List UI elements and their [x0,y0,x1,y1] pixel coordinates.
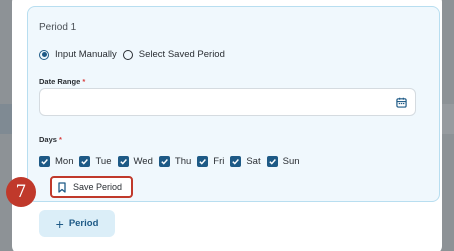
calendar-icon[interactable] [396,97,407,108]
period-card: Period 1 Input Manually Select Saved Per… [27,6,440,202]
background-row-highlight [0,104,12,134]
radio-select-saved-period[interactable] [122,49,133,60]
save-period-label: Save Period [73,182,123,192]
input-mode-radio-group: Input Manually Select Saved Period [39,49,231,60]
day-mon[interactable]: Mon [39,156,73,167]
checkbox-checked-icon[interactable] [117,156,129,167]
period-title: Period 1 [39,22,77,33]
checkbox-checked-icon[interactable] [39,156,50,167]
add-period-button[interactable]: + Period [39,210,115,237]
day-sun[interactable]: Sun [266,156,300,167]
required-mark: * [59,135,62,144]
step-number-badge: 7 [6,177,36,207]
day-tue[interactable]: Tue [79,156,112,167]
radio-input-manually-label[interactable]: Input Manually [55,49,117,60]
day-thu[interactable]: Thu [158,156,191,167]
checkbox-checked-icon[interactable] [197,156,209,167]
date-range-input[interactable] [39,88,416,116]
plus-icon: + [55,215,64,232]
checkbox-checked-icon[interactable] [79,156,91,167]
period-modal: Period 1 Input Manually Select Saved Per… [12,0,442,251]
checkbox-checked-icon[interactable] [266,156,278,167]
days-checkbox-group: Mon Tue Wed Thu Fri Sat Sun [39,156,306,167]
radio-input-manually[interactable] [39,49,49,60]
day-fri[interactable]: Fri [197,156,224,167]
radio-select-saved-period-label[interactable]: Select Saved Period [139,49,225,60]
required-mark: * [82,77,86,86]
date-range-label: Date Range * [39,77,86,86]
checkbox-checked-icon[interactable] [158,156,170,167]
save-period-button[interactable]: Save Period [50,176,133,198]
checkbox-checked-icon[interactable] [230,156,242,167]
day-sat[interactable]: Sat [230,156,261,167]
add-period-label: Period [68,218,99,229]
day-wed[interactable]: Wed [117,156,153,167]
bookmark-icon [58,181,66,193]
days-label: Days * [39,135,62,144]
